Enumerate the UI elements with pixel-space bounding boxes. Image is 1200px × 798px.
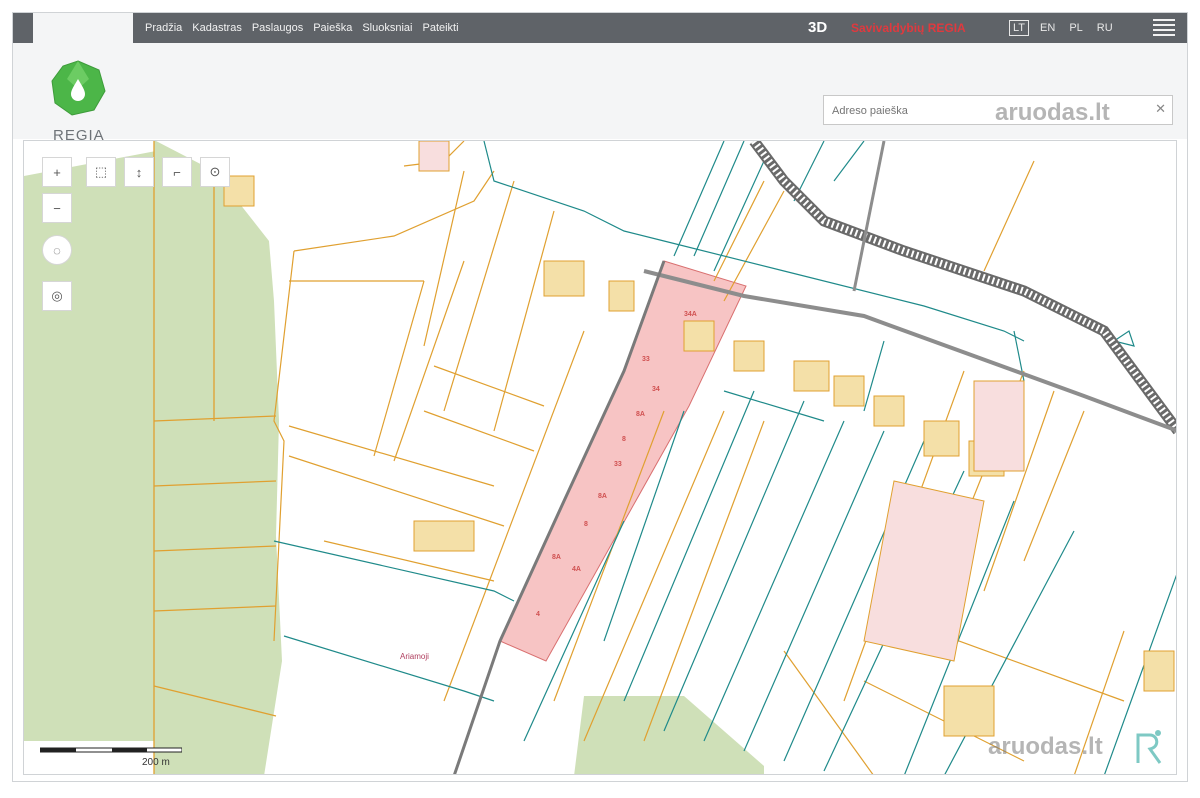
svg-text:33: 33 <box>642 356 650 363</box>
zoom-out-button[interactable]: − <box>42 193 72 223</box>
svg-text:4A: 4A <box>572 566 581 573</box>
select-area-icon: ⬚ <box>94 164 108 179</box>
identify-icon: ⌐ <box>173 164 181 180</box>
target-icon: ⊙ <box>209 164 221 179</box>
header-area: REGIA ✕ aruodas.lt <box>13 43 1187 144</box>
svg-text:4: 4 <box>536 611 540 618</box>
full-extent-button[interactable]: ◌ <box>42 235 72 265</box>
svg-text:8: 8 <box>584 521 588 528</box>
teal-parcel-boundaries <box>273 141 1176 774</box>
top-navigation-bar: Pradžia Kadastras Paslaugos Paieška Sluo… <box>13 13 1187 43</box>
identify-button[interactable]: ⌐ <box>162 157 192 187</box>
language-pl[interactable]: PL <box>1066 21 1085 35</box>
logo-tab <box>33 13 133 43</box>
dotted-plots <box>418 141 1025 662</box>
main-menu: Pradžia Kadastras Paslaugos Paieška Sluo… <box>145 13 459 43</box>
menu-item-services[interactable]: Paslaugos <box>252 22 303 34</box>
clear-search-icon[interactable]: ✕ <box>1155 101 1166 117</box>
locate-icon: ◎ <box>51 288 63 303</box>
hamburger-menu-icon[interactable] <box>1153 19 1175 37</box>
zoom-in-icon: + <box>53 164 61 180</box>
target-button[interactable]: ⊙ <box>200 157 230 187</box>
svg-text:8: 8 <box>622 436 626 443</box>
svg-text:8A: 8A <box>552 554 561 561</box>
land-use-label: Ariamoji <box>400 652 429 661</box>
svg-text:33: 33 <box>614 461 622 468</box>
language-switcher: LT EN PL RU <box>1009 13 1116 43</box>
svg-text:8A: 8A <box>598 493 607 500</box>
svg-text:34: 34 <box>652 386 660 393</box>
measure-icon: ↕ <box>135 164 143 180</box>
zoom-out-icon: − <box>53 200 61 216</box>
language-en[interactable]: EN <box>1037 21 1058 35</box>
select-area-button[interactable]: ⬚ <box>86 157 116 187</box>
menu-item-submit[interactable]: Pateikti <box>422 22 458 34</box>
language-lt[interactable]: LT <box>1009 20 1030 36</box>
full-extent-icon: ◌ <box>53 242 61 258</box>
app-frame: Pradžia Kadastras Paslaugos Paieška Sluo… <box>12 12 1188 782</box>
watermark-bottom: aruodas.lt <box>988 733 1103 760</box>
menu-item-home[interactable]: Pradžia <box>145 22 182 34</box>
watermark-top: aruodas.lt <box>995 99 1110 126</box>
svg-text:34A: 34A <box>684 311 697 318</box>
menu-item-search[interactable]: Paieška <box>313 22 352 34</box>
cadastral-map-canvas[interactable]: 34A 33 34 8A 8 33 8A 8 8A 4A 4 Ariamoji <box>24 141 1177 775</box>
svg-text:8A: 8A <box>636 411 645 418</box>
brand-name[interactable]: Savivaldybių REGIA <box>851 13 966 43</box>
scale-bar <box>40 747 182 753</box>
scale-label: 200 m <box>142 757 170 768</box>
regia-logo-icon[interactable] <box>49 59 107 117</box>
language-ru[interactable]: RU <box>1094 21 1116 35</box>
regia-r-watermark-icon <box>1136 730 1162 764</box>
menu-item-cadastre[interactable]: Kadastras <box>192 22 242 34</box>
menu-item-layers[interactable]: Sluoksniai <box>362 22 412 34</box>
map-view[interactable]: 34A 33 34 8A 8 33 8A 8 8A 4A 4 Ariamoji … <box>23 140 1177 775</box>
measure-button[interactable]: ↕ <box>124 157 154 187</box>
zoom-in-button[interactable]: + <box>42 157 72 187</box>
mode-3d-button[interactable]: 3D <box>808 13 827 43</box>
locate-button[interactable]: ◎ <box>42 281 72 311</box>
